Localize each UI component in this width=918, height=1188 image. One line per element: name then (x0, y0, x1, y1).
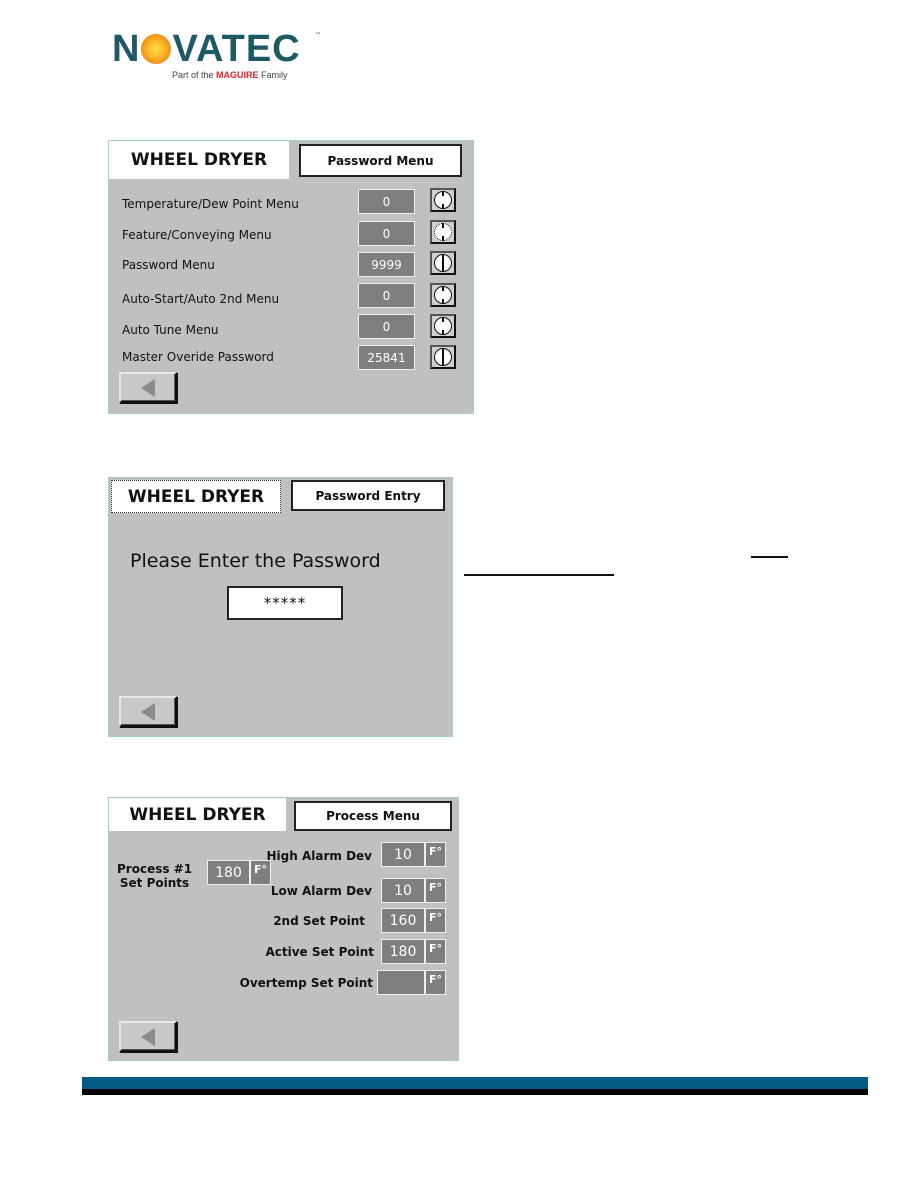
password-value-field[interactable]: 0 (358, 314, 415, 339)
dial-split-icon (434, 348, 452, 366)
screen-title: WHEEL DRYER (109, 798, 286, 831)
unit-label: F° (425, 908, 446, 933)
back-button[interactable] (119, 372, 177, 403)
text-underline (751, 556, 788, 558)
unit-label: F° (250, 860, 271, 885)
row-label: Password Menu (122, 258, 215, 272)
process-setpoints-label: Process #1 Set Points (117, 862, 193, 890)
logo-wordmark: N VATEC (112, 28, 301, 70)
dial-button[interactable] (430, 251, 456, 275)
password-value-field[interactable]: 0 (358, 189, 415, 214)
dial-ticks-icon (434, 286, 452, 304)
password-prompt: Please Enter the Password (130, 550, 381, 572)
password-value-field[interactable]: 25841 (358, 345, 415, 370)
dial-button[interactable] (430, 188, 456, 212)
process-setpoint-field[interactable]: 180 (207, 860, 250, 885)
field-label: Overtemp Set Point (239, 976, 373, 990)
password-menu-screen: WHEEL DRYER Password Menu Temperature/De… (108, 140, 474, 414)
row-label: Master Overide Password (122, 350, 274, 364)
dial-ticks-icon (434, 191, 452, 209)
field-label: High Alarm Dev (266, 849, 373, 863)
novatec-logo: N VATEC ™ Part of the MAGUIRE Family (112, 28, 322, 80)
back-button[interactable] (119, 1021, 177, 1052)
unit-label: F° (425, 970, 446, 995)
active-setpoint-field[interactable]: 180 (381, 939, 425, 964)
unit-label: F° (425, 878, 446, 903)
footer-rule (82, 1089, 868, 1095)
back-arrow-icon (141, 378, 155, 397)
back-button[interactable] (119, 696, 177, 727)
row-label: Auto Tune Menu (122, 323, 219, 337)
screen-title: WHEEL DRYER (111, 480, 281, 513)
footer-bar (82, 1077, 868, 1089)
dial-button[interactable] (430, 345, 456, 369)
password-value-field[interactable]: 9999 (358, 252, 415, 277)
logo-tagline: Part of the MAGUIRE Family (172, 70, 288, 80)
password-value-field[interactable]: 0 (358, 221, 415, 246)
high-alarm-dev-field[interactable]: 10 (381, 842, 425, 867)
row-label: Feature/Conveying Menu (122, 228, 272, 242)
back-arrow-icon (141, 702, 155, 721)
field-label: Active Set Point (265, 945, 374, 959)
sun-icon (141, 34, 172, 64)
password-input[interactable]: ***** (227, 586, 343, 620)
overtemp-setpoint-field[interactable] (377, 970, 425, 995)
screen-name-button[interactable]: Password Menu (299, 144, 462, 177)
dial-button[interactable] (430, 283, 456, 307)
trademark-symbol: ™ (315, 32, 321, 39)
text-underline (464, 574, 614, 576)
dial-button[interactable] (430, 314, 456, 338)
dial-split-icon (434, 254, 452, 272)
unit-label: F° (425, 842, 446, 867)
screen-name-button[interactable]: Process Menu (294, 801, 452, 831)
row-label: Auto-Start/Auto 2nd Menu (122, 292, 280, 306)
dial-ticks-icon (434, 317, 452, 335)
dial-dotted-icon (434, 223, 452, 241)
field-label: 2nd Set Point (273, 914, 365, 928)
screen-name-button[interactable]: Password Entry (291, 480, 445, 511)
unit-label: F° (425, 939, 446, 964)
second-setpoint-field[interactable]: 160 (381, 908, 425, 933)
back-arrow-icon (141, 1027, 155, 1046)
password-value-field[interactable]: 0 (358, 283, 415, 308)
low-alarm-dev-field[interactable]: 10 (381, 878, 425, 903)
process-menu-screen: WHEEL DRYER Process Menu Process #1 Set P… (108, 797, 459, 1061)
password-entry-screen: WHEEL DRYER Password Entry Please Enter … (108, 477, 453, 737)
dial-button[interactable] (430, 220, 456, 244)
field-label: Low Alarm Dev (270, 884, 372, 898)
screen-title: WHEEL DRYER (109, 141, 289, 179)
row-label: Temperature/Dew Point Menu (122, 197, 299, 211)
